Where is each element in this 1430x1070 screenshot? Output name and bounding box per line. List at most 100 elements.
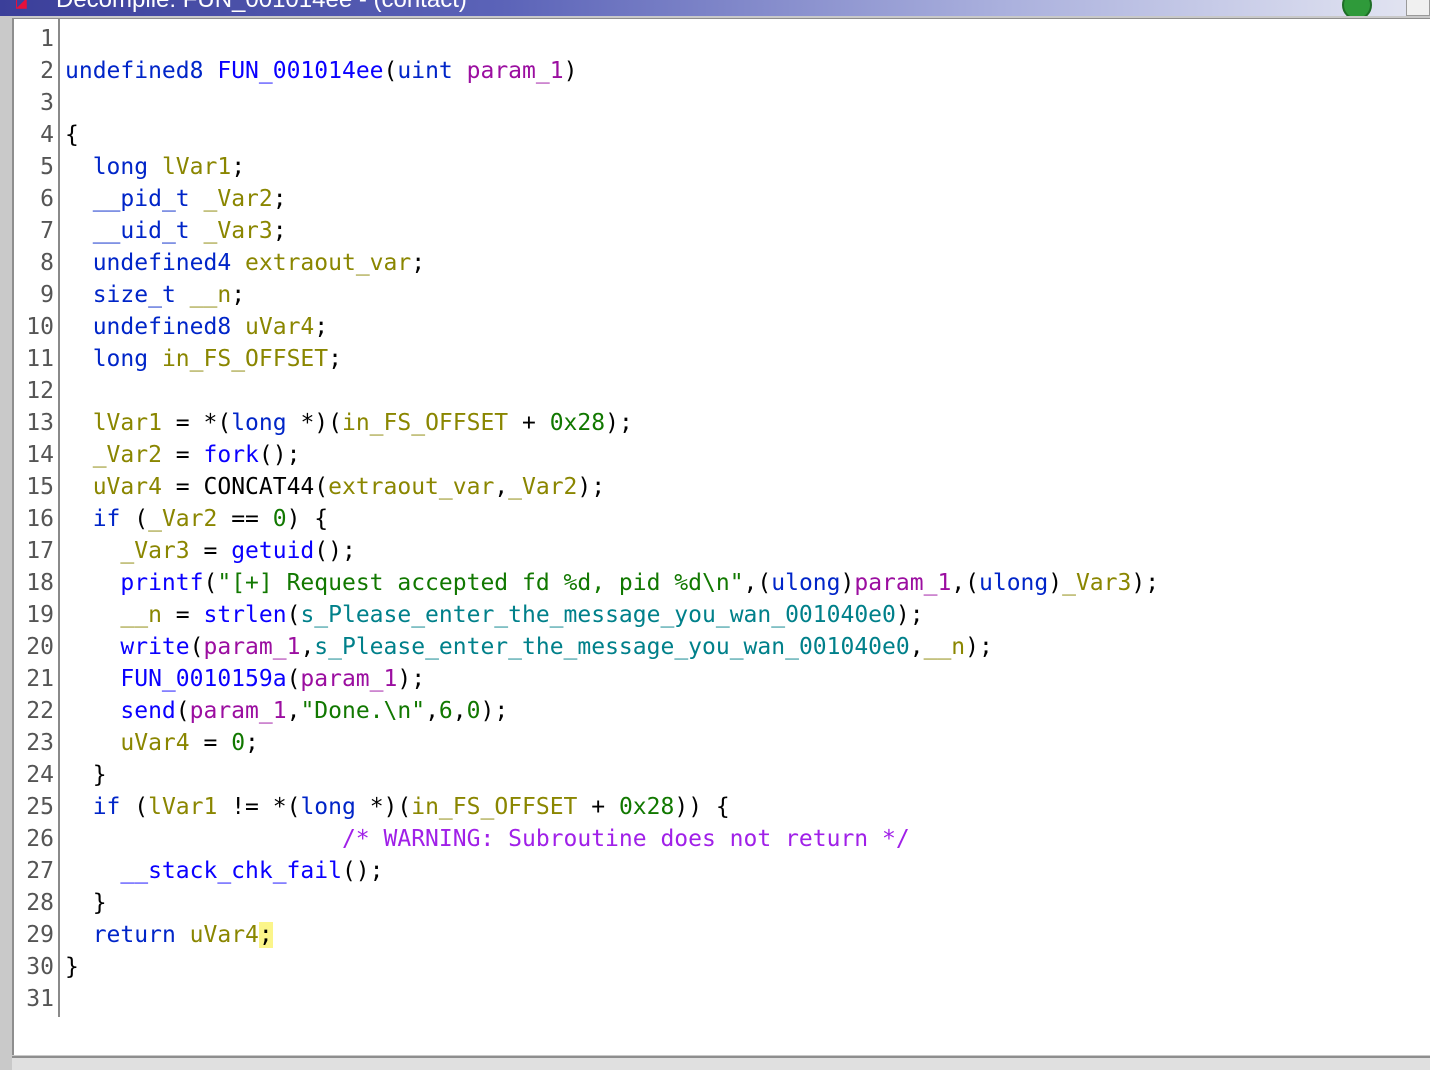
code-line[interactable]: if (lVar1 != *(long *)(in_FS_OFFSET + 0x… — [65, 791, 1425, 823]
code-token[interactable]: 0 — [467, 698, 481, 724]
code-line[interactable]: if (_Var2 == 0) { — [65, 503, 1425, 535]
code-line[interactable]: __n = strlen(s_Please_enter_the_message_… — [65, 599, 1425, 631]
decompiler-editor[interactable]: 1 2 3 4 5 6 7 8 9 10 11 12 13 14 15 16 17 18 19 20 21 22 23 24 2… — [12, 18, 1430, 1055]
code-line[interactable] — [65, 983, 1425, 1015]
code-token[interactable]: size_t — [93, 282, 176, 308]
code-token[interactable]: uVar4 — [120, 730, 189, 756]
code-token[interactable]: long — [231, 410, 286, 436]
code-token[interactable]: _Var2 — [93, 442, 162, 468]
code-token[interactable]: __uid_t — [93, 218, 190, 244]
code-line[interactable]: FUN_0010159a(param_1); — [65, 663, 1425, 695]
code-token[interactable]: _Var2 — [148, 506, 217, 532]
code-line[interactable]: undefined8 FUN_001014ee(uint param_1) — [65, 55, 1425, 87]
code-token[interactable]: send — [120, 698, 175, 724]
code-token[interactable]: _Var2 — [204, 186, 273, 212]
code-token[interactable]: if — [93, 794, 121, 820]
code-token[interactable]: 0 — [273, 506, 287, 532]
code-token[interactable]: param_1 — [300, 666, 397, 692]
code-token[interactable]: ulong — [771, 570, 840, 596]
code-token[interactable]: "[+] Request accepted fd %d, pid %d\n" — [217, 570, 743, 596]
code-line[interactable]: send(param_1,"Done.\n",6,0); — [65, 695, 1425, 727]
code-token[interactable]: printf — [120, 570, 203, 596]
code-token[interactable]: 6 — [439, 698, 453, 724]
code-token[interactable]: _Var3 — [1062, 570, 1131, 596]
code-line[interactable] — [65, 375, 1425, 407]
code-token[interactable]: uint — [397, 58, 452, 84]
code-line[interactable]: _Var3 = getuid(); — [65, 535, 1425, 567]
code-token[interactable]: __pid_t — [93, 186, 190, 212]
code-line[interactable]: } — [65, 887, 1425, 919]
code-token[interactable]: long — [93, 154, 148, 180]
code-token[interactable]: in_FS_OFFSET — [411, 794, 577, 820]
code-token[interactable]: lVar1 — [93, 410, 162, 436]
code-token[interactable]: param_1 — [204, 634, 301, 660]
line-number: 28 — [26, 890, 54, 916]
code-token[interactable]: param_1 — [854, 570, 951, 596]
code-token[interactable]: uVar4 — [190, 922, 259, 948]
code-token[interactable]: s_Please_enter_the_message_you_wan_00104… — [300, 602, 895, 628]
code-token[interactable]: undefined8 — [93, 314, 231, 340]
code-token[interactable]: undefined4 — [93, 250, 231, 276]
code-area[interactable]: undefined8 FUN_001014ee(uint param_1) { … — [65, 23, 1425, 1015]
code-line[interactable]: undefined8 uVar4; — [65, 311, 1425, 343]
code-token[interactable]: write — [120, 634, 189, 660]
code-token[interactable]: strlen — [203, 602, 286, 628]
code-line[interactable]: long lVar1; — [65, 151, 1425, 183]
code-token[interactable]: extraout_var — [328, 474, 494, 500]
refresh-button[interactable] — [1342, 0, 1372, 16]
code-line[interactable]: return uVar4; — [65, 919, 1425, 951]
code-line[interactable]: undefined4 extraout_var; — [65, 247, 1425, 279]
code-token[interactable]: ; — [258, 922, 273, 948]
code-token[interactable]: param_1 — [190, 698, 287, 724]
code-token[interactable]: return — [93, 922, 176, 948]
code-token[interactable]: FUN_001014ee — [217, 58, 383, 84]
code-line[interactable]: long in_FS_OFFSET; — [65, 343, 1425, 375]
code-token[interactable]: __n — [924, 634, 966, 660]
code-line[interactable]: write(param_1,s_Please_enter_the_message… — [65, 631, 1425, 663]
code-token[interactable]: 0x28 — [619, 794, 674, 820]
code-token[interactable]: s_Please_enter_the_message_you_wan_00104… — [314, 634, 909, 660]
code-line[interactable]: size_t __n; — [65, 279, 1425, 311]
code-line[interactable] — [65, 23, 1425, 55]
code-token[interactable]: _Var3 — [120, 538, 189, 564]
code-line[interactable]: __pid_t _Var2; — [65, 183, 1425, 215]
code-line[interactable]: { — [65, 119, 1425, 151]
code-token[interactable]: _Var3 — [204, 218, 273, 244]
code-token[interactable]: /* WARNING: Subroutine does not return *… — [342, 826, 910, 852]
code-token[interactable]: getuid — [231, 538, 314, 564]
restore-window-button[interactable] — [1406, 0, 1430, 16]
code-token[interactable]: long — [93, 346, 148, 372]
code-token[interactable]: 0x28 — [550, 410, 605, 436]
code-token[interactable]: param_1 — [467, 58, 564, 84]
code-token[interactable]: "Done.\n" — [300, 698, 425, 724]
code-line[interactable] — [65, 87, 1425, 119]
code-line[interactable]: _Var2 = fork(); — [65, 439, 1425, 471]
code-token[interactable]: FUN_0010159a — [120, 666, 286, 692]
code-token[interactable]: __stack_chk_fail — [120, 858, 342, 884]
code-token[interactable]: if — [93, 506, 121, 532]
code-token[interactable]: _Var2 — [508, 474, 577, 500]
code-token[interactable]: __n — [120, 602, 162, 628]
code-token[interactable]: undefined8 — [65, 58, 203, 84]
code-line[interactable]: printf("[+] Request accepted fd %d, pid … — [65, 567, 1425, 599]
code-line[interactable]: __uid_t _Var3; — [65, 215, 1425, 247]
code-token[interactable]: fork — [204, 442, 259, 468]
code-token[interactable]: uVar4 — [93, 474, 162, 500]
code-token[interactable]: __n — [190, 282, 232, 308]
code-token[interactable]: 0 — [231, 730, 245, 756]
code-line[interactable]: /* WARNING: Subroutine does not return *… — [65, 823, 1425, 855]
code-token[interactable]: long — [300, 794, 355, 820]
code-token[interactable]: ulong — [979, 570, 1048, 596]
code-token[interactable]: extraout_var — [245, 250, 411, 276]
code-line[interactable]: uVar4 = 0; — [65, 727, 1425, 759]
code-line[interactable]: __stack_chk_fail(); — [65, 855, 1425, 887]
code-token[interactable]: in_FS_OFFSET — [342, 410, 508, 436]
code-line[interactable]: } — [65, 951, 1425, 983]
code-token[interactable]: in_FS_OFFSET — [162, 346, 328, 372]
code-line[interactable]: lVar1 = *(long *)(in_FS_OFFSET + 0x28); — [65, 407, 1425, 439]
code-line[interactable]: } — [65, 759, 1425, 791]
code-token[interactable]: uVar4 — [245, 314, 314, 340]
code-token[interactable]: lVar1 — [148, 794, 217, 820]
code-line[interactable]: uVar4 = CONCAT44(extraout_var,_Var2); — [65, 471, 1425, 503]
code-token[interactable]: lVar1 — [162, 154, 231, 180]
